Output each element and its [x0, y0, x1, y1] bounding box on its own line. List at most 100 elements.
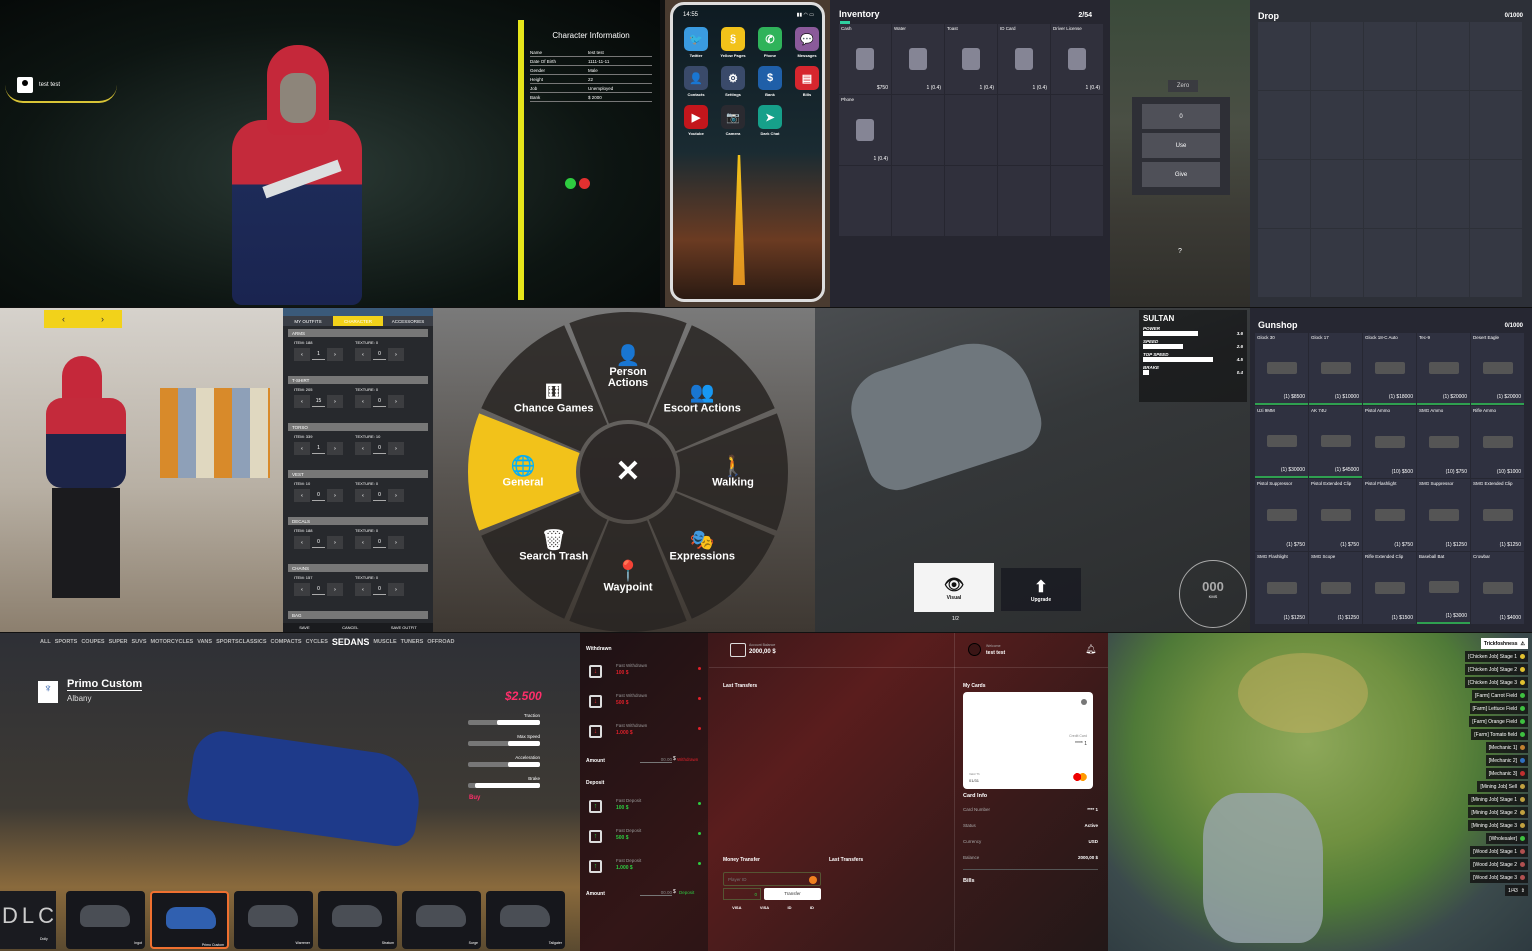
shop-item[interactable]: SMG Extended Clip (1) $1250 — [1471, 479, 1524, 551]
shop-item[interactable]: Pistol Extended Clip (1) $750 — [1309, 479, 1362, 551]
texture-stepper[interactable]: ‹0› — [355, 348, 404, 361]
empty-slot[interactable] — [1258, 22, 1310, 90]
bell-icon[interactable]: 🔔︎ — [1085, 644, 1096, 655]
vehicle-card[interactable]: Tailgater — [486, 891, 565, 949]
shop-item[interactable]: Pistol Ammo (10) $500 — [1363, 406, 1416, 478]
item-value[interactable]: 0 — [312, 536, 325, 548]
item-stepper[interactable]: ‹ 1 › — [294, 442, 343, 455]
shop-item[interactable]: Uzi 9MM (1) $30000 — [1255, 406, 1308, 478]
category-motorcycles[interactable]: MOTORCYCLES — [151, 639, 194, 645]
decrement-button[interactable]: ‹ — [355, 442, 371, 455]
tab-my-outfits[interactable]: MY OUTFITS — [283, 316, 333, 326]
vehicle-card[interactable]: Surge — [402, 891, 481, 949]
increment-button[interactable]: › — [388, 583, 404, 596]
texture-stepper[interactable]: ‹0› — [355, 583, 404, 596]
increment-button[interactable]: › — [327, 348, 343, 361]
shop-item[interactable]: Glock 17 (1) $10000 — [1309, 333, 1362, 405]
decrement-button[interactable]: ‹ — [294, 489, 310, 502]
save-button[interactable]: SAVE — [299, 625, 309, 630]
empty-slot[interactable] — [892, 166, 944, 236]
inventory-slot[interactable]: Cash $750 — [839, 24, 891, 94]
upgrade-button[interactable]: ⬆ Upgrade — [1001, 568, 1081, 611]
blip-item[interactable]: [Mining Job] Stage 1 — [1468, 794, 1528, 805]
radial-item-person-actions[interactable]: 👤 Person Actions — [588, 345, 668, 389]
empty-slot[interactable] — [1311, 22, 1363, 90]
empty-slot[interactable] — [1417, 160, 1469, 228]
withdraw-amount-input[interactable]: 00.00 — [640, 757, 672, 763]
empty-slot[interactable] — [945, 95, 997, 165]
texture-value[interactable]: 0 — [373, 489, 386, 501]
item-value[interactable]: 15 — [312, 395, 325, 407]
category-tuners[interactable]: TUNERS — [401, 639, 424, 645]
category-sedans[interactable]: SEDANS — [332, 637, 370, 647]
increment-button[interactable]: › — [388, 489, 404, 502]
increment-button[interactable]: › — [327, 395, 343, 408]
shop-item[interactable]: Tec-9 (1) $20000 — [1417, 333, 1470, 405]
blip-item[interactable]: [Farm] Tomato field — [1471, 729, 1528, 740]
radial-item-search-trash[interactable]: 🗑 Search Trash — [514, 530, 594, 563]
blip-item[interactable]: [Chicken Job] Stage 2 — [1465, 664, 1528, 675]
item-stepper[interactable]: ‹0› — [294, 536, 343, 549]
decrement-button[interactable]: ‹ — [294, 583, 310, 596]
withdrawals-option[interactable]: ↓ Fast Withdrawn 1.000 $ — [586, 721, 704, 747]
decrement-button[interactable]: ‹ — [355, 536, 371, 549]
use-button[interactable]: Use — [1142, 133, 1220, 158]
shop-item[interactable]: Pistol Flashlight (1) $750 — [1363, 479, 1416, 551]
texture-stepper[interactable]: ‹0› — [355, 395, 404, 408]
visual-button[interactable]: 👁 Visual — [914, 563, 994, 612]
texture-value[interactable]: 0 — [373, 583, 386, 595]
credit-card[interactable]: Credit Card **** 1 Valid Th 01/31 — [963, 692, 1093, 789]
texture-stepper[interactable]: ‹0› — [355, 442, 404, 455]
increment-button[interactable]: › — [327, 583, 343, 596]
item-value[interactable]: 0 — [312, 489, 325, 501]
item-stepper[interactable]: ‹ 1 › — [294, 348, 343, 361]
blip-item[interactable]: [Mechanic 2] — [1485, 755, 1528, 766]
vehicle-card[interactable]: Primo Custom — [150, 891, 229, 949]
tab-accessories[interactable]: ACCESSORIES — [383, 316, 433, 326]
empty-slot[interactable] — [1470, 229, 1522, 297]
decrement-button[interactable]: ‹ — [294, 348, 310, 361]
deposits-option[interactable]: ↑ Fast Deposit 500 $ — [586, 826, 704, 852]
radial-item-walking[interactable]: 🚶 Walking — [693, 456, 773, 489]
decrement-button[interactable]: ‹ — [294, 395, 310, 408]
increment-button[interactable]: › — [388, 536, 404, 549]
app-bills[interactable]: ▤ Bills — [790, 66, 822, 97]
increment-button[interactable]: › — [388, 442, 404, 455]
category-vans[interactable]: VANS — [197, 639, 212, 645]
vehicle-card[interactable]: Stratum — [318, 891, 397, 949]
item-stepper[interactable]: ‹ 15 › — [294, 395, 343, 408]
app-dark-chat[interactable]: ➤ Dark Chat — [753, 105, 787, 136]
inventory-slot[interactable]: Driver License 1 (0.4) — [1051, 24, 1103, 94]
texture-value[interactable]: 0 — [373, 395, 386, 407]
empty-slot[interactable] — [839, 166, 891, 236]
radial-item-expressions[interactable]: 🎭 Expressions — [662, 530, 742, 563]
empty-slot[interactable] — [998, 95, 1050, 165]
empty-slot[interactable] — [1258, 160, 1310, 228]
texture-value[interactable]: 0 — [373, 442, 386, 454]
blip-item[interactable]: [Chicken Job] Stage 1 — [1465, 651, 1528, 662]
shop-item[interactable]: Rifle Ammo (10) $1000 — [1471, 406, 1524, 478]
category-suvs[interactable]: SUVS — [132, 639, 147, 645]
location-icon[interactable] — [565, 178, 576, 189]
shop-item[interactable]: AK 74U (1) $45000 — [1309, 406, 1362, 478]
save-outfit-button[interactable]: SAVE OUTFIT — [391, 625, 417, 630]
category-compacts[interactable]: COMPACTS — [271, 639, 302, 645]
empty-slot[interactable] — [1417, 229, 1469, 297]
empty-slot[interactable] — [1051, 95, 1103, 165]
empty-slot[interactable] — [1417, 22, 1469, 90]
app-settings[interactable]: ⚙ Settings — [716, 66, 750, 97]
category-cycles[interactable]: CYCLES — [306, 639, 328, 645]
shop-item[interactable]: Glock 30 (1) $8500 — [1255, 333, 1308, 405]
decrement-button[interactable]: ‹ — [355, 489, 371, 502]
deposits-option[interactable]: ↑ Fast Deposit 1.000 $ — [586, 856, 704, 882]
vehicle-card[interactable]: Ingot — [66, 891, 145, 949]
empty-slot[interactable] — [892, 95, 944, 165]
item-value[interactable]: 1 — [312, 442, 325, 454]
blip-item[interactable]: [Mining Job] Stage 3 — [1468, 820, 1528, 831]
blip-item[interactable]: [Chicken Job] Stage 3 — [1465, 677, 1528, 688]
app-phone[interactable]: ✆ Phone — [753, 27, 787, 58]
decrement-button[interactable]: ‹ — [294, 536, 310, 549]
blip-item[interactable]: [Farm] Carrot Field — [1472, 690, 1528, 701]
quick-button[interactable]: ID — [788, 905, 792, 910]
item-stepper[interactable]: ‹0› — [294, 489, 343, 502]
